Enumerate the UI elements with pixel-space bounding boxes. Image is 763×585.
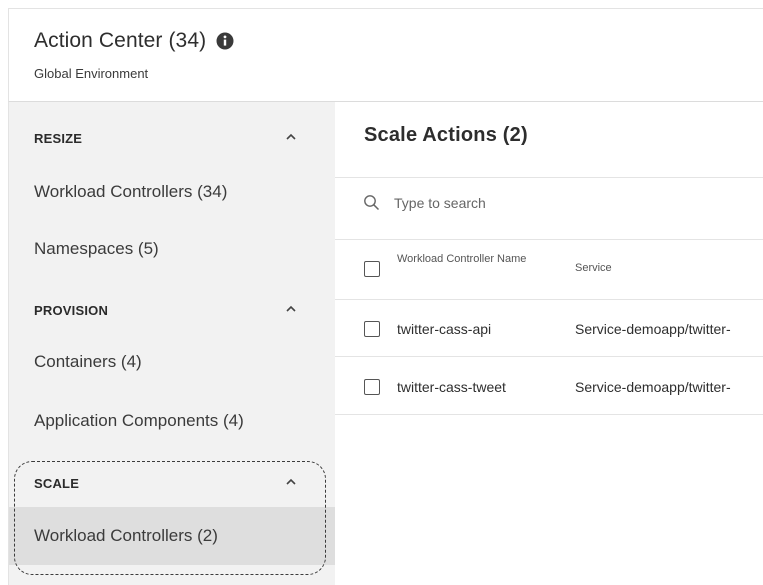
sidebar-item-provision-containers[interactable]: Containers (4) [9, 340, 335, 384]
row-checkbox[interactable] [364, 321, 380, 337]
divider [335, 239, 763, 240]
sidebar-item-label: Workload Controllers (2) [34, 526, 218, 545]
sidebar-item-label: Workload Controllers (34) [34, 182, 228, 201]
chevron-up-icon[interactable] [284, 302, 298, 316]
sidebar-item-scale-workload-controllers[interactable]: Workload Controllers (2) [9, 507, 335, 565]
cell-service: Service-demoapp/twitter- [575, 379, 731, 395]
sidebar-item-resize-namespaces[interactable]: Namespaces (5) [9, 227, 335, 271]
sidebar: RESIZE Workload Controllers (34) Namespa… [8, 102, 335, 585]
section-header-provision[interactable]: PROVISION [9, 292, 335, 328]
cell-service: Service-demoapp/twitter- [575, 321, 731, 337]
section-header-scale[interactable]: SCALE [9, 465, 335, 501]
page-subtitle: Global Environment [34, 66, 149, 81]
section-label: RESIZE [34, 130, 83, 146]
section-label: PROVISION [34, 302, 109, 318]
section-label: SCALE [34, 475, 80, 491]
cell-workload-controller-name: twitter-cass-tweet [397, 379, 506, 395]
search-bar [363, 194, 694, 211]
sidebar-item-label: Application Components (4) [34, 411, 244, 430]
divider [335, 299, 763, 300]
search-icon [364, 195, 380, 211]
title-row: Action Center (34) [34, 29, 234, 53]
info-icon[interactable] [216, 32, 234, 50]
chevron-up-icon[interactable] [284, 130, 298, 144]
divider [335, 356, 763, 357]
sidebar-item-label: Namespaces (5) [34, 239, 159, 258]
sidebar-item-label: Containers (4) [34, 352, 142, 371]
sidebar-item-provision-application-components[interactable]: Application Components (4) [9, 399, 335, 443]
row-checkbox[interactable] [364, 379, 380, 395]
select-all-checkbox[interactable] [364, 261, 380, 277]
column-header-workload-controller-name[interactable]: Workload Controller Name [397, 252, 547, 266]
search-input[interactable] [394, 194, 694, 211]
divider [335, 414, 763, 415]
chevron-up-icon[interactable] [284, 475, 298, 489]
main-title: Scale Actions (2) [364, 124, 528, 146]
page-header: Action Center (34) Global Environment [8, 8, 763, 102]
main-panel: Scale Actions (2) Workload Controller Na… [335, 102, 763, 585]
divider [335, 177, 763, 178]
page-title: Action Center (34) [34, 29, 207, 52]
column-header-service[interactable]: Service [575, 262, 612, 274]
section-header-resize[interactable]: RESIZE [9, 120, 335, 156]
cell-workload-controller-name: twitter-cass-api [397, 321, 492, 337]
sidebar-item-resize-workload-controllers[interactable]: Workload Controllers (34) [9, 170, 335, 214]
